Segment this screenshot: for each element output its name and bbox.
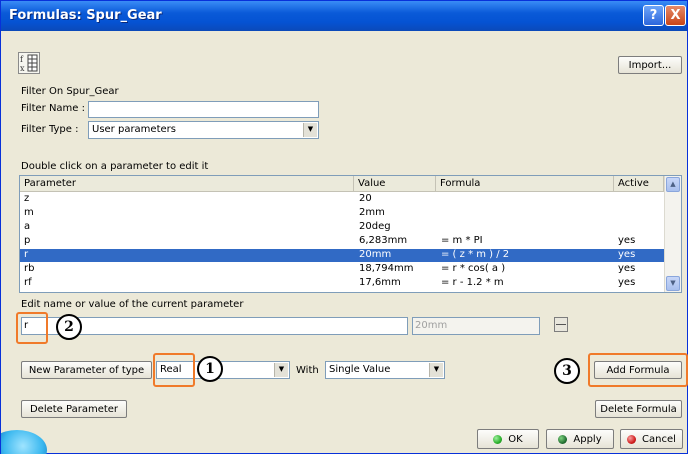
table-row[interactable]: m 2mm xyxy=(20,207,664,220)
filter-type-label: Filter Type : xyxy=(21,124,79,135)
svg-text:x: x xyxy=(20,64,25,73)
apply-icon xyxy=(558,434,568,444)
with-label: With xyxy=(296,365,319,376)
filter-name-input[interactable] xyxy=(88,101,319,118)
formula-glyph: f x xyxy=(20,54,38,73)
import-label: Import... xyxy=(628,59,672,71)
filter-name-label: Filter Name : xyxy=(21,103,85,114)
apply-button[interactable]: Apply xyxy=(546,429,614,449)
highlight-name-field xyxy=(16,312,48,344)
help-icon: ? xyxy=(649,8,658,23)
cell-value: 20 xyxy=(359,193,372,204)
column-header-value[interactable]: Value xyxy=(354,176,436,192)
filter-type-value: User parameters xyxy=(92,124,176,135)
ok-icon xyxy=(493,434,503,444)
cell-value: 6,283mm xyxy=(359,235,408,246)
delete-formula-label: Delete Formula xyxy=(600,403,677,415)
cell-parameter: rf xyxy=(24,277,32,288)
value-type-select[interactable]: Single Value ▼ xyxy=(325,361,445,379)
parameters-table[interactable]: Parameter Value Formula Active z 20 m 2mm a 2… xyxy=(19,175,682,293)
cell-parameter: m xyxy=(24,207,34,218)
column-header-active[interactable]: Active xyxy=(614,176,664,192)
value-type-value: Single Value xyxy=(329,364,391,375)
callout-3: 3 xyxy=(554,358,580,384)
cell-formula: = ( z * m ) / 2 xyxy=(441,249,510,260)
cancel-button[interactable]: Cancel xyxy=(620,429,683,449)
callout-1: 1 xyxy=(197,356,223,382)
list-instruction: Double click on a parameter to edit it xyxy=(21,161,209,172)
delete-parameter-button[interactable]: Delete Parameter xyxy=(21,400,127,418)
cell-value: 18,794mm xyxy=(359,263,414,274)
import-button[interactable]: Import... xyxy=(618,56,682,74)
formulas-dialog: Formulas: Spur_Gear ? X f x Import... Fi… xyxy=(0,0,688,454)
chevron-down-icon[interactable]: ▼ xyxy=(274,363,288,377)
cell-active: yes xyxy=(618,277,636,288)
apply-label: Apply xyxy=(573,433,602,445)
cell-parameter: p xyxy=(24,235,31,246)
cell-active: yes xyxy=(618,263,636,274)
table-scrollbar[interactable]: ▲ ▼ xyxy=(664,176,681,292)
highlight-add-formula xyxy=(588,353,688,387)
cell-parameter: z xyxy=(24,193,30,204)
svg-text:f: f xyxy=(20,55,24,64)
cell-value: 20deg xyxy=(359,221,391,232)
scroll-down-icon[interactable]: ▼ xyxy=(666,276,680,291)
cell-value: 2mm xyxy=(359,207,385,218)
window-title: Formulas: Spur_Gear xyxy=(9,8,162,23)
cell-parameter: r xyxy=(24,249,29,260)
spinner-divider xyxy=(556,324,566,325)
close-button[interactable]: X xyxy=(665,5,686,26)
cell-formula: = m * PI xyxy=(441,235,483,246)
cell-value: 17,6mm xyxy=(359,277,401,288)
chevron-down-icon[interactable]: ▼ xyxy=(429,363,443,377)
cancel-label: Cancel xyxy=(642,433,676,445)
delete-parameter-label: Delete Parameter xyxy=(29,403,119,415)
cell-value: 20mm xyxy=(359,249,392,260)
help-button[interactable]: ? xyxy=(643,5,664,26)
callout-2: 2 xyxy=(56,314,82,340)
table-row[interactable]: z 20 xyxy=(20,193,664,206)
corner-decoration xyxy=(1,426,61,454)
parameter-value-input[interactable]: 20mm xyxy=(412,317,540,335)
chevron-down-icon[interactable]: ▼ xyxy=(303,123,317,137)
ok-label: OK xyxy=(508,433,523,445)
filter-type-select[interactable]: User parameters ▼ xyxy=(88,121,319,139)
delete-formula-button[interactable]: Delete Formula xyxy=(595,400,682,418)
formula-table-icon[interactable]: f x xyxy=(18,52,40,74)
table-row[interactable]: a 20deg xyxy=(20,221,664,234)
cell-formula: = r - 1.2 * m xyxy=(441,277,504,288)
table-row[interactable]: p 6,283mm = m * PI yes xyxy=(20,235,664,248)
cancel-icon xyxy=(627,434,637,444)
filter-heading: Filter On Spur_Gear xyxy=(21,86,119,97)
title-bar[interactable]: Formulas: Spur_Gear ? X xyxy=(1,1,687,31)
scroll-up-icon[interactable]: ▲ xyxy=(666,177,680,192)
cell-parameter: a xyxy=(24,221,31,232)
column-header-parameter[interactable]: Parameter xyxy=(20,176,354,192)
new-parameter-button[interactable]: New Parameter of type xyxy=(21,361,152,379)
cell-active: yes xyxy=(618,235,636,246)
edit-label: Edit name or value of the current parame… xyxy=(21,299,244,310)
ok-button[interactable]: OK xyxy=(477,429,539,449)
cell-formula: = r * cos( a ) xyxy=(441,263,506,274)
table-row[interactable]: rb 18,794mm = r * cos( a ) yes xyxy=(20,263,664,276)
highlight-type-select xyxy=(153,353,195,387)
value-spinner[interactable] xyxy=(554,317,568,332)
new-parameter-label: New Parameter of type xyxy=(28,364,145,376)
table-row[interactable]: r 20mm = ( z * m ) / 2 yes xyxy=(20,249,664,262)
column-header-formula[interactable]: Formula xyxy=(436,176,614,192)
cell-active: yes xyxy=(618,249,636,260)
close-icon: X xyxy=(670,8,681,23)
cell-parameter: rb xyxy=(24,263,35,274)
table-row[interactable]: rf 17,6mm = r - 1.2 * m yes xyxy=(20,277,664,290)
